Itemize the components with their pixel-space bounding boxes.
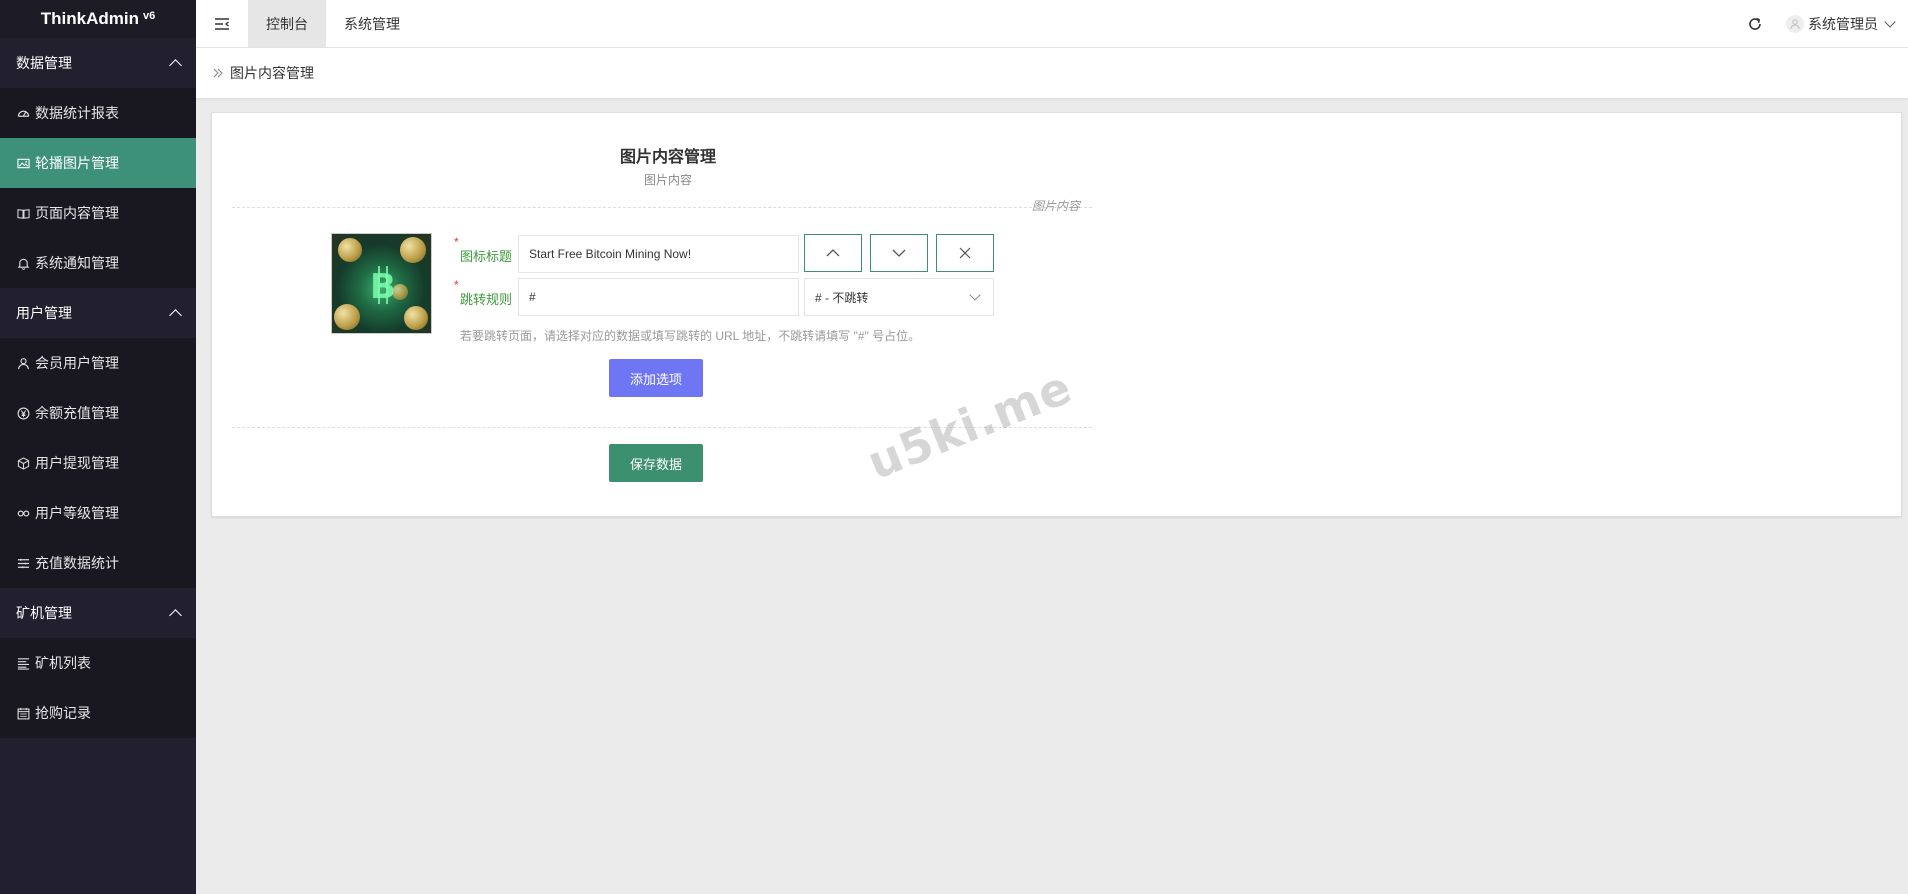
sidebar-item-withdraw[interactable]: 用户提现管理: [0, 438, 196, 488]
required-marker: *: [454, 235, 459, 249]
chevron-down-icon: [892, 249, 906, 257]
top-right-area: 系统管理员: [1732, 0, 1908, 47]
menu-fold-icon: [215, 17, 229, 30]
nav-group-users[interactable]: 用户管理: [0, 288, 196, 338]
user-name: 系统管理员: [1808, 15, 1878, 32]
move-down-button[interactable]: [870, 234, 928, 272]
rule-select[interactable]: # - 不跳转: [804, 278, 994, 316]
help-text: 若要跳转页面，请选择对应的数据或填写跳转的 URL 地址，不跳转请填写 "#" …: [460, 329, 921, 343]
coin-shape: [334, 304, 360, 330]
breadcrumb: 图片内容管理: [196, 48, 1908, 98]
refresh-icon: [1749, 17, 1761, 30]
align-icon: [16, 656, 30, 670]
breadcrumb-current: 图片内容管理: [230, 65, 314, 81]
page-title: 图片内容管理: [619, 149, 716, 166]
chevron-up-icon: [826, 249, 840, 257]
sidebar-item-user-levels[interactable]: 用户等级管理: [0, 488, 196, 538]
sidebar-item-recharge-stats[interactable]: 充值数据统计: [0, 538, 196, 588]
title-input[interactable]: Start Free Bitcoin Mining Now!: [518, 235, 799, 273]
nav-group-data[interactable]: 数据管理: [0, 38, 196, 88]
nav-group-users-items: 会员用户管理 余额充值管理 用户提现管理 用户等级管理 充值数据统计: [0, 338, 196, 588]
calendar-icon: [16, 706, 30, 720]
brand-name: ThinkAdmin: [40, 9, 139, 28]
save-button[interactable]: 保存数据: [609, 444, 703, 482]
remove-button[interactable]: [936, 234, 994, 272]
sidebar-item-label: 会员用户管理: [35, 355, 119, 371]
sidebar-item-label: 数据统计报表: [35, 105, 119, 121]
sidebar-item-label: 用户提现管理: [35, 455, 119, 471]
sidebar-item-page-content[interactable]: 页面内容管理: [0, 188, 196, 238]
list-icon: [16, 556, 30, 570]
nav-group-title: 数据管理: [16, 55, 72, 71]
tab-system[interactable]: 系统管理: [326, 0, 418, 47]
sidebar-item-purchase-records[interactable]: 抢购记录: [0, 688, 196, 738]
dashboard-icon: [16, 106, 30, 120]
bitcoin-icon: B: [370, 266, 396, 306]
title-label: 图标标题: [460, 249, 513, 264]
user-icon: [16, 356, 30, 370]
sidebar-item-label: 抢购记录: [35, 705, 91, 721]
sidebar-item-label: 轮播图片管理: [35, 155, 119, 171]
sidebar-item-miner-list[interactable]: 矿机列表: [0, 638, 196, 688]
nav-group-data-items: 数据统计报表 轮播图片管理 页面内容管理 系统通知管理: [0, 88, 196, 288]
user-menu[interactable]: 系统管理员: [1778, 14, 1898, 34]
image-thumbnail[interactable]: B: [331, 233, 432, 334]
sidebar: ThinkAdmin v6 数据管理 数据统计报表 轮播图片管理 页面内容管理 系…: [0, 0, 196, 894]
menu-toggle-button[interactable]: [196, 0, 248, 47]
page-subtitle: 图片内容: [643, 173, 692, 187]
brand-version: v6: [142, 10, 156, 22]
sidebar-item-label: 页面内容管理: [35, 205, 119, 221]
divider: [232, 207, 1092, 208]
nav-group-miners-items: 矿机列表 抢购记录: [0, 638, 196, 738]
coin-shape: [404, 306, 428, 330]
double-chevron-right-icon: [212, 67, 224, 79]
sidebar-item-recharge[interactable]: 余额充值管理: [0, 388, 196, 438]
tab-label: 系统管理: [344, 15, 400, 32]
sidebar-item-carousel[interactable]: 轮播图片管理: [0, 138, 196, 188]
brand-logo[interactable]: ThinkAdmin v6: [0, 0, 196, 38]
bell-icon: [16, 256, 30, 270]
sidebar-item-label: 用户等级管理: [35, 505, 119, 521]
required-marker: *: [454, 278, 459, 292]
sidebar-item-label: 矿机列表: [35, 655, 91, 671]
refresh-button[interactable]: [1732, 0, 1778, 48]
nav-group-title: 矿机管理: [16, 605, 72, 621]
content-card: 图片内容管理 图片内容 图片内容 B * 图标标题 Start Free Bit…: [211, 112, 1902, 517]
move-up-button[interactable]: [804, 234, 862, 272]
top-bar: 控制台 系统管理 系统管理员: [196, 0, 1908, 48]
avatar: [1786, 14, 1804, 33]
sidebar-item-label: 系统通知管理: [35, 255, 119, 271]
cube-icon: [16, 456, 30, 470]
rule-label: 跳转规则: [460, 292, 513, 307]
chevron-up-icon: [169, 309, 182, 322]
chevron-down-icon: [1884, 15, 1896, 28]
tab-label: 控制台: [266, 15, 308, 32]
chevron-up-icon: [169, 609, 182, 622]
add-option-button[interactable]: 添加选项: [609, 359, 703, 397]
sidebar-item-label: 充值数据统计: [35, 555, 119, 571]
book-icon: [16, 206, 30, 220]
chevron-up-icon: [169, 59, 182, 72]
yen-icon: [16, 406, 30, 420]
sidebar-item-members[interactable]: 会员用户管理: [0, 338, 196, 388]
rule-input[interactable]: #: [518, 278, 799, 316]
coin-shape: [338, 238, 362, 262]
tab-console[interactable]: 控制台: [248, 0, 326, 47]
sidebar-item-notifications[interactable]: 系统通知管理: [0, 238, 196, 288]
link-icon: [16, 506, 30, 520]
rule-select-value: # - 不跳转: [815, 290, 869, 305]
image-icon: [16, 156, 30, 170]
chevron-down-icon: [969, 289, 981, 301]
close-icon: [959, 247, 971, 259]
section-label: 图片内容: [1032, 199, 1081, 213]
svg-text:B: B: [370, 267, 396, 306]
sidebar-item-label: 余额充值管理: [35, 405, 119, 421]
nav-group-title: 用户管理: [16, 305, 72, 321]
sidebar-item-data-stats[interactable]: 数据统计报表: [0, 88, 196, 138]
coin-shape: [400, 237, 426, 263]
nav-group-miners[interactable]: 矿机管理: [0, 588, 196, 638]
